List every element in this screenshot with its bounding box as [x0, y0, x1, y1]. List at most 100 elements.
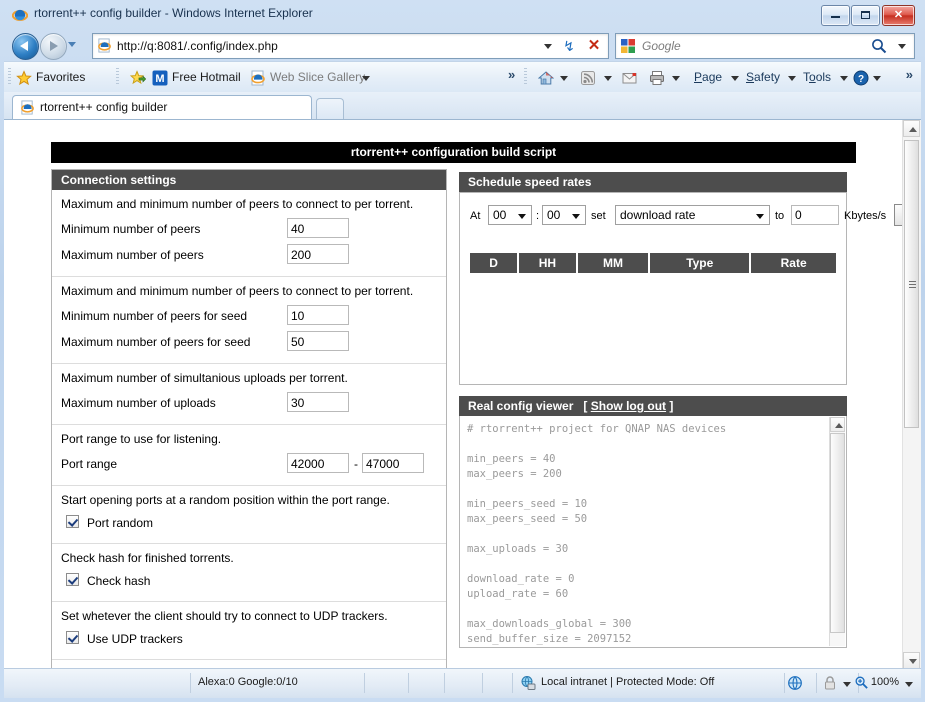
favorites-bar-grip[interactable]	[116, 68, 119, 86]
show-log-out-link[interactable]: Show log out	[591, 399, 666, 413]
feeds-caret-down-icon[interactable]	[604, 76, 612, 81]
maximize-button[interactable]	[851, 5, 880, 26]
triangle-up-icon	[835, 423, 843, 428]
feeds-icon[interactable]	[580, 70, 596, 86]
recent-pages-caret-icon[interactable]	[68, 42, 76, 47]
print-caret-down-icon[interactable]	[672, 76, 680, 81]
address-bar[interactable]: http://q:8081/.config/index.php ↯ ✕	[92, 33, 609, 59]
column-header-rate: Rate	[751, 253, 837, 273]
tools-caret-down-icon[interactable]	[840, 76, 848, 81]
hotmail-icon[interactable]: M	[152, 70, 168, 86]
field-row: Maximum number of peers 200	[61, 244, 437, 267]
schedule-body: At 00 : 00 set download rate to 0 Kbytes…	[459, 192, 903, 385]
read-mail-icon[interactable]	[622, 70, 638, 86]
link-free-hotmail[interactable]: Free Hotmail	[172, 62, 241, 93]
google-logo-icon	[621, 39, 635, 53]
chevron-down-icon	[756, 214, 764, 219]
schedule-table-header: D HH MM Type Rate	[470, 253, 837, 273]
max-peers-seed-input[interactable]: 50	[287, 331, 349, 351]
use-udp-trackers-checkbox[interactable]	[66, 631, 79, 644]
window-title: rtorrent++ config builder - Windows Inte…	[34, 6, 313, 20]
config-viewer-body: # rtorrent++ project for QNAP NAS device…	[459, 416, 847, 648]
tab-bar: rtorrent++ config builder	[4, 92, 921, 119]
address-url-text: http://q:8081/.config/index.php	[117, 39, 278, 53]
menu-page[interactable]: Page	[694, 62, 722, 93]
command-bar-grip[interactable]	[524, 68, 527, 86]
protected-mode-caret-down-icon[interactable]	[843, 682, 851, 687]
favorites-star-icon[interactable]	[16, 70, 32, 86]
favorites-button-label[interactable]: Favorites	[36, 62, 85, 93]
port-range-to-input[interactable]: 47000	[362, 453, 424, 473]
chevron-down-icon	[572, 214, 580, 219]
scroll-up-button[interactable]	[903, 120, 920, 137]
port-random-checkbox[interactable]	[66, 515, 79, 528]
config-scroll-thumb[interactable]	[830, 433, 845, 633]
port-range-from-input[interactable]: 42000	[287, 453, 349, 473]
zoom-icon[interactable]	[854, 675, 869, 690]
page-scroll-thumb[interactable]	[904, 140, 919, 428]
help-caret-down-icon[interactable]	[873, 76, 881, 81]
stop-button[interactable]: ✕	[583, 36, 605, 56]
close-button[interactable]: ✕	[882, 5, 915, 26]
home-icon[interactable]	[538, 70, 554, 86]
schedule-minute-select[interactable]: 00	[542, 205, 586, 225]
search-icon[interactable]	[870, 37, 888, 55]
maximize-icon	[861, 11, 870, 19]
tab-rtorrent-config-builder[interactable]: rtorrent++ config builder	[12, 95, 312, 119]
back-button[interactable]	[12, 33, 39, 60]
link-web-slice-gallery[interactable]: Web Slice Gallery	[270, 62, 365, 93]
status-divider	[482, 673, 483, 693]
status-divider	[784, 673, 785, 693]
field-row: Minimum number of peers 40	[61, 218, 437, 241]
zoom-level-text[interactable]: 100%	[871, 676, 899, 688]
max-peers-input[interactable]: 200	[287, 244, 349, 264]
status-divider	[408, 673, 409, 693]
address-dropdown-caret-icon[interactable]	[544, 44, 552, 49]
refresh-button[interactable]: ↯	[558, 36, 580, 56]
schedule-hour-select[interactable]: 00	[488, 205, 532, 225]
config-scrollbar[interactable]	[829, 417, 845, 646]
search-box[interactable]: Google	[615, 33, 915, 59]
schedule-add-form: At 00 : 00 set download rate to 0 Kbytes…	[470, 204, 903, 231]
search-dropdown-caret-icon[interactable]	[898, 44, 906, 49]
schedule-speed-rates-panel: Schedule speed rates At 00 : 00 set down…	[459, 172, 903, 385]
favorites-overflow-chevron-icon[interactable]: »	[508, 67, 515, 82]
minimize-button[interactable]	[821, 5, 850, 26]
menu-safety[interactable]: Safety	[746, 62, 780, 93]
navigation-bar: http://q:8081/.config/index.php ↯ ✕ Goog…	[4, 30, 921, 61]
max-uploads-input[interactable]: 30	[287, 392, 349, 412]
help-icon[interactable]: ?	[853, 70, 869, 86]
forward-button[interactable]	[40, 33, 67, 60]
connection-settings-panel: Connection settings Maximum and minimum …	[51, 169, 447, 669]
settings-group-peers: Maximum and minimum number of peers to c…	[52, 190, 446, 277]
schedule-type-select[interactable]: download rate	[615, 205, 770, 225]
min-peers-input[interactable]: 40	[287, 218, 349, 238]
config-text: # rtorrent++ project for QNAP NAS device…	[467, 423, 727, 645]
print-icon[interactable]	[649, 70, 665, 86]
menu-tools[interactable]: Tools	[803, 62, 831, 93]
new-tab-button[interactable]	[316, 98, 344, 119]
page-caret-down-icon[interactable]	[731, 76, 739, 81]
protected-mode-lock-icon[interactable]	[823, 675, 837, 691]
toolbar-grip[interactable]	[8, 68, 11, 86]
group-description: Set whetever the client should try to co…	[61, 609, 388, 623]
check-hash-checkbox[interactable]	[66, 573, 79, 586]
schedule-hour-value: 00	[493, 208, 507, 222]
webslice-caret-down-icon[interactable]	[362, 76, 370, 81]
add-to-favorites-icon[interactable]	[130, 70, 146, 86]
page-scrollbar[interactable]	[902, 120, 921, 669]
min-peers-seed-input[interactable]: 10	[287, 305, 349, 325]
settings-group-udp-trackers: Set whetever the client should try to co…	[52, 602, 446, 660]
internet-globe-icon[interactable]	[787, 675, 803, 691]
page-title: rtorrent++ configuration build script	[51, 142, 856, 163]
status-divider	[816, 673, 817, 693]
config-scroll-up-button[interactable]	[830, 417, 845, 432]
status-divider	[364, 673, 365, 693]
scroll-down-button[interactable]	[903, 652, 920, 669]
home-caret-down-icon[interactable]	[560, 76, 568, 81]
schedule-rate-input[interactable]: 0	[791, 205, 839, 225]
zoom-caret-down-icon[interactable]	[905, 682, 913, 687]
safety-caret-down-icon[interactable]	[788, 76, 796, 81]
command-bar-overflow-chevron-icon[interactable]: »	[906, 67, 913, 82]
webslice-icon[interactable]	[250, 70, 266, 86]
